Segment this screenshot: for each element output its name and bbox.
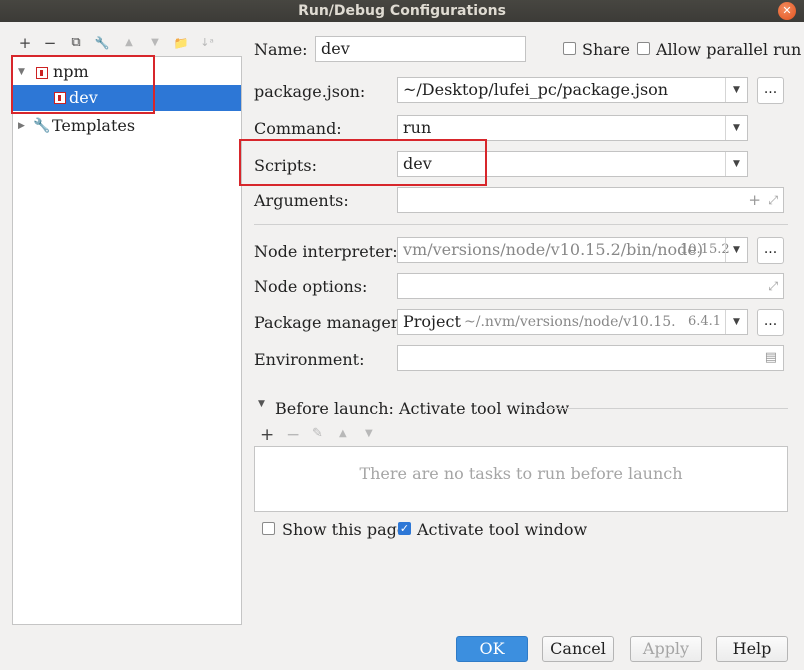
wrench-icon: 🔧 [33, 118, 51, 134]
package-manager-path: ~/.nvm/versions/node/v10.15. [464, 314, 676, 330]
browse-button[interactable]: ... [757, 237, 784, 264]
add-task-icon[interactable]: + [260, 425, 274, 445]
cancel-button[interactable]: Cancel [542, 636, 614, 662]
close-icon[interactable]: ✕ [778, 2, 796, 20]
dropdown-arrow-icon[interactable]: ▼ [725, 116, 747, 140]
before-launch-title: Before launch: Activate tool window [275, 399, 570, 418]
node-interpreter-label: Node interpreter: [254, 242, 398, 261]
node-interpreter-version: 10.15.2 [680, 242, 730, 257]
browse-button[interactable]: ... [757, 309, 784, 336]
show-page-label: Show this page [282, 520, 407, 539]
highlight-box [239, 139, 487, 186]
activate-tool-window-label: Activate tool window [417, 520, 588, 539]
package-manager-combo[interactable]: Project ~/.nvm/versions/node/v10.15. 6.4… [397, 309, 748, 335]
command-label: Command: [254, 119, 342, 138]
separator [529, 408, 788, 409]
node-interpreter-value: vm/versions/node/v10.15.2/bin/node) [403, 240, 704, 259]
dropdown-arrow-icon[interactable]: ▼ [725, 152, 747, 176]
share-checkbox[interactable] [563, 42, 576, 55]
allow-parallel-label: Allow parallel run [656, 40, 802, 59]
edit-task-icon[interactable]: ✎ [312, 426, 323, 441]
window-title: Run/Debug Configurations [298, 3, 506, 19]
allow-parallel-checkbox[interactable] [637, 42, 650, 55]
environment-input[interactable]: ▤ [397, 345, 784, 371]
package-json-value: ~/Desktop/lufei_pc/package.json [403, 80, 669, 99]
highlight-box [11, 55, 155, 114]
move-up-icon[interactable]: ▲ [121, 35, 137, 51]
show-page-checkbox[interactable] [262, 522, 275, 535]
package-manager-label: Package manager: [254, 313, 404, 332]
arguments-label: Arguments: [254, 191, 349, 210]
environment-label: Environment: [254, 350, 365, 369]
move-up-icon[interactable]: ▲ [339, 428, 347, 439]
package-manager-version: 6.4.1 [688, 314, 722, 329]
folder-icon[interactable]: 📁 [173, 35, 189, 51]
name-input[interactable]: dev [315, 36, 526, 62]
move-down-icon[interactable]: ▼ [147, 35, 163, 51]
browse-button[interactable]: ... [757, 77, 784, 104]
remove-task-icon[interactable]: − [286, 425, 300, 445]
collapse-arrow-icon[interactable]: ▼ [258, 399, 265, 409]
help-button[interactable]: Help [716, 636, 788, 662]
before-launch-task-list[interactable]: There are no tasks to run before launch [254, 446, 788, 512]
move-down-icon[interactable]: ▼ [365, 428, 373, 439]
package-manager-value: Project [403, 312, 461, 331]
plus-icon[interactable]: + [748, 188, 761, 212]
separator [254, 224, 788, 225]
empty-task-message: There are no tasks to run before launch [359, 464, 683, 483]
tree-item-templates[interactable]: ▶ 🔧 Templates [13, 113, 241, 139]
activate-tool-window-checkbox[interactable]: ✓ [398, 522, 411, 535]
ok-button[interactable]: OK [456, 636, 528, 662]
arguments-input[interactable]: + ⤢ [397, 187, 784, 213]
expand-icon[interactable]: ⤢ [768, 188, 778, 212]
remove-icon[interactable]: − [42, 35, 58, 51]
add-icon[interactable]: + [17, 35, 33, 51]
configurations-tree[interactable]: ▼ npm dev ▶ 🔧 Templates [12, 56, 242, 625]
copy-icon[interactable]: ⧉ [68, 35, 84, 51]
collapse-arrow-icon[interactable]: ▶ [18, 113, 25, 139]
command-combo[interactable]: run ▼ [397, 115, 748, 141]
dropdown-arrow-icon[interactable]: ▼ [725, 310, 747, 334]
name-label: Name: [254, 40, 308, 59]
node-options-label: Node options: [254, 277, 368, 296]
command-value: run [403, 118, 432, 137]
window-titlebar: Run/Debug Configurations ✕ [0, 0, 804, 22]
sort-icon[interactable]: ↓ᵃ [199, 35, 215, 51]
dropdown-arrow-icon[interactable]: ▼ [725, 238, 747, 262]
document-icon[interactable]: ▤ [765, 346, 777, 370]
expand-icon[interactable]: ⤢ [768, 274, 778, 298]
node-interpreter-combo[interactable]: vm/versions/node/v10.15.2/bin/node) 10.1… [397, 237, 748, 263]
package-json-combo[interactable]: ~/Desktop/lufei_pc/package.json ▼ [397, 77, 748, 103]
node-options-input[interactable]: ⤢ [397, 273, 784, 299]
share-label: Share [582, 40, 630, 59]
package-json-label: package.json: [254, 82, 366, 101]
apply-button[interactable]: Apply [630, 636, 702, 662]
tree-item-label: Templates [52, 116, 136, 135]
wrench-icon[interactable]: 🔧 [94, 35, 110, 51]
dropdown-arrow-icon[interactable]: ▼ [725, 78, 747, 102]
